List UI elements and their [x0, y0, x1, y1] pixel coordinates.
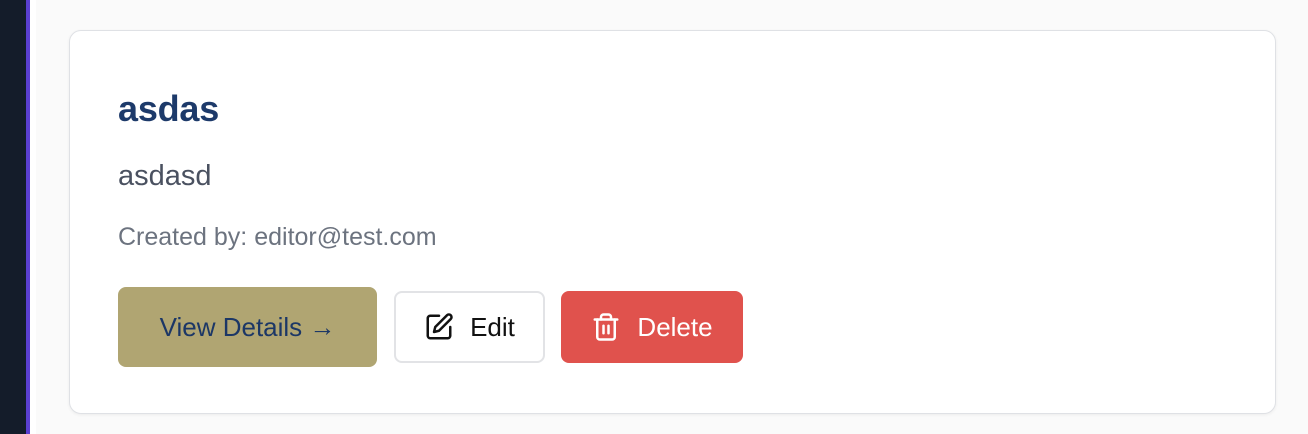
item-card: asdas asdasd Created by: editor@test.com…: [69, 30, 1276, 414]
created-by-text: Created by: editor@test.com: [118, 220, 437, 254]
card-title: asdas: [118, 88, 220, 129]
created-by-email: editor@test.com: [254, 223, 437, 251]
edit-label: Edit: [470, 311, 515, 342]
sidebar-edge: [0, 0, 30, 434]
delete-label: Delete: [637, 311, 713, 342]
created-by-label: Created by:: [118, 223, 248, 251]
delete-button[interactable]: Delete: [561, 291, 743, 363]
edit-button[interactable]: Edit: [394, 291, 545, 363]
view-details-label: View Details →: [159, 311, 336, 342]
view-details-button[interactable]: View Details →: [118, 287, 377, 367]
card-description: asdasd: [118, 160, 212, 192]
edit-icon: [424, 312, 454, 342]
trash-icon: [591, 312, 621, 342]
